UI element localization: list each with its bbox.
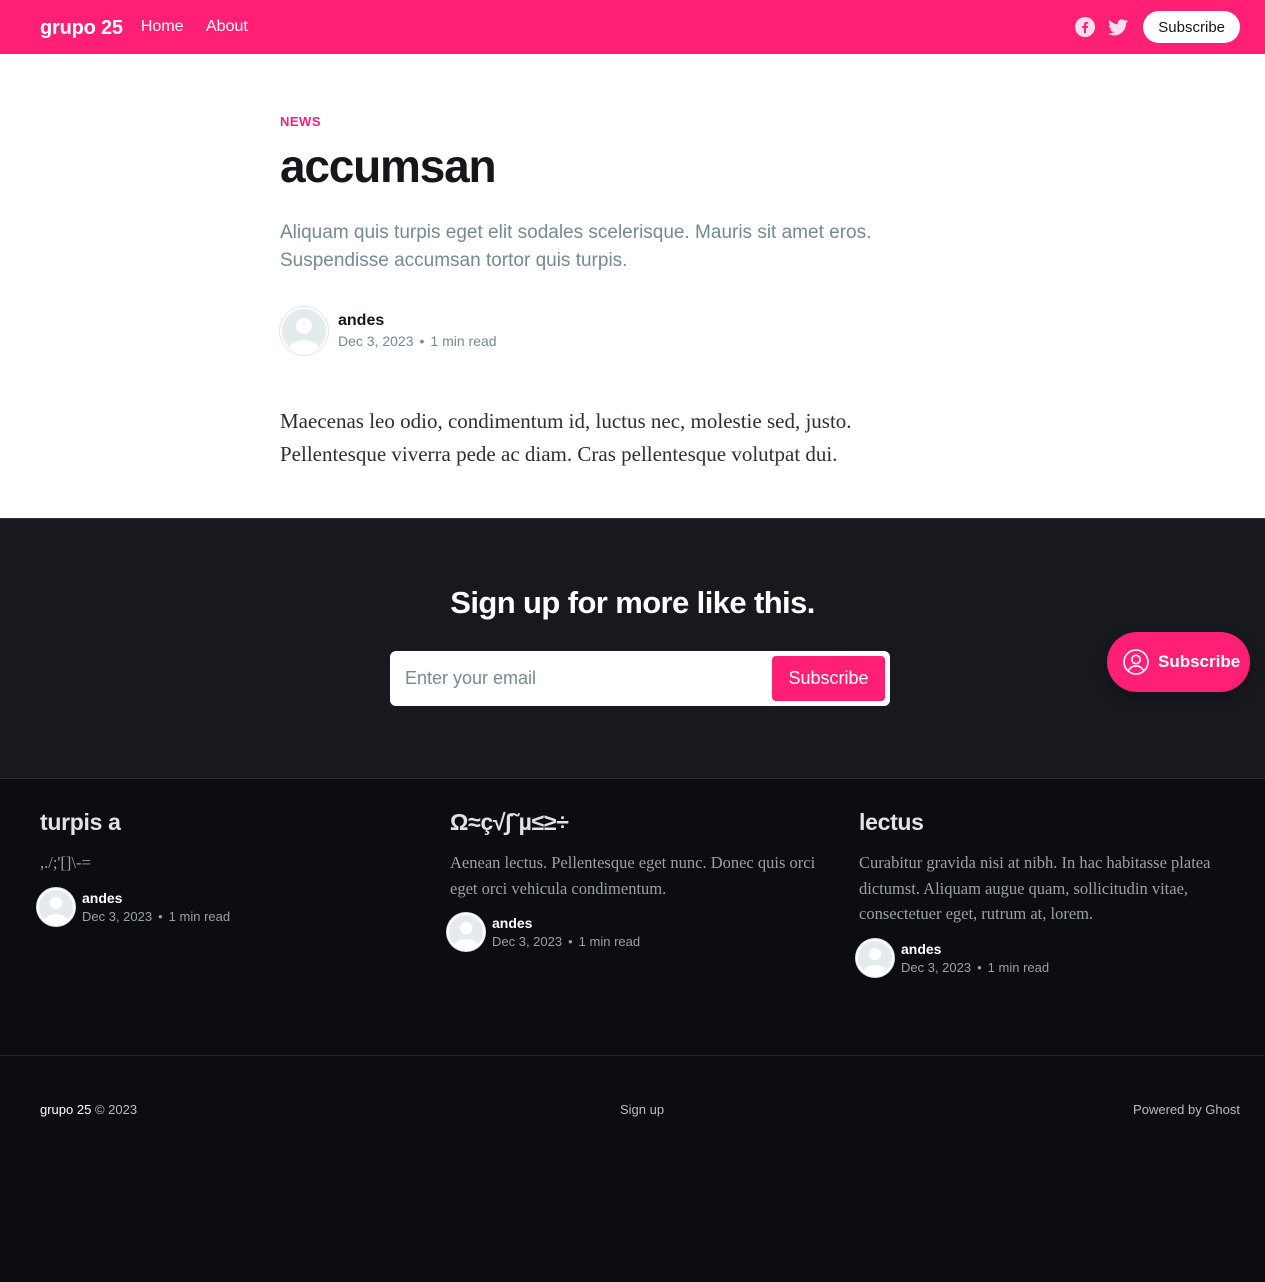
article-tag[interactable]: NEWS [280, 114, 920, 129]
post-date: Dec 3, 2023 [82, 908, 153, 924]
post-card-excerpt: ,./;'[]\-= [40, 853, 91, 872]
author-name[interactable]: andes [82, 890, 230, 906]
article-title: accumsan [280, 140, 497, 192]
post-card-title[interactable]: Ω≈ç√∫˜µ≤≥÷ [450, 809, 830, 836]
post-meta: Dec 3, 2023 • 1 min read [82, 909, 230, 924]
signup-subscribe-button[interactable]: Subscribe [772, 656, 885, 701]
article: NEWS accumsan Aliquam quis turpis eget e… [280, 54, 920, 471]
related-posts: turpis a ,./;'[]\-= andes Dec 3, 2023 • 1 … [0, 778, 1265, 1056]
byline-meta: andes Dec 3, 2023 • 1 min read [82, 890, 230, 924]
meta-separator: • [568, 934, 573, 949]
powered-by-link[interactable]: Powered by Ghost [1133, 1102, 1240, 1117]
copyright-text: © 2023 [94, 1102, 138, 1117]
header-subscribe-button[interactable]: Subscribe [1143, 11, 1240, 43]
facebook-icon[interactable] [1075, 17, 1096, 37]
author-name[interactable]: andes [901, 941, 1049, 957]
article-body: Maecenas leo odio, condimentum id, luctu… [280, 408, 852, 466]
post-card-title[interactable]: turpis a [40, 809, 420, 836]
footer-signup-link[interactable]: Sign up [620, 1102, 664, 1117]
nav-home-link[interactable]: Home [141, 18, 184, 35]
post-meta: Dec 3, 2023 • 1 min read [901, 960, 1049, 975]
byline-meta: andes Dec 3, 2023 • 1 min read [901, 941, 1049, 975]
author-avatar[interactable] [447, 913, 485, 951]
read-time: 1 min read [578, 934, 641, 949]
nav-about-link[interactable]: About [206, 18, 248, 35]
post-card[interactable]: turpis a ,./;'[]\-= andes Dec 3, 2023 • 1 … [37, 809, 420, 926]
author-avatar[interactable] [856, 938, 894, 977]
post-card-byline: andes Dec 3, 2023 • 1 min read [447, 913, 830, 951]
post-card-excerpt: Curabitur gravida nisi at nibh. In hac h… [859, 853, 1211, 923]
post-date: Dec 3, 2023 [901, 959, 972, 975]
post-card[interactable]: Ω≈ç√∫˜µ≤≥÷ Aenean lectus. Pellentesque e… [447, 809, 830, 951]
email-input[interactable] [395, 668, 772, 689]
post-card-byline: andes Dec 3, 2023 • 1 min read [856, 938, 1239, 977]
post-card-byline: andes Dec 3, 2023 • 1 min read [37, 887, 420, 926]
byline-meta: andes Dec 3, 2023 • 1 min read [338, 312, 497, 349]
footer-copyright: grupo 25 © 2023 [40, 1102, 137, 1117]
post-date: Dec 3, 2023 [338, 333, 414, 350]
post-meta: Dec 3, 2023 • 1 min read [492, 934, 640, 949]
signup-heading: Sign up for more like this. [450, 585, 815, 620]
read-time: 1 min read [430, 333, 497, 350]
author-name[interactable]: andes [338, 312, 497, 330]
site-footer: grupo 25 © 2023 Sign up Powered by Ghost [0, 1056, 1265, 1282]
meta-separator: • [419, 333, 425, 350]
meta-separator: • [977, 959, 982, 975]
footer-brand[interactable]: grupo 25 [40, 1102, 91, 1117]
article-excerpt: Aliquam quis turpis eget elit sodales sc… [280, 221, 872, 271]
meta-separator: • [158, 908, 163, 924]
twitter-icon[interactable] [1108, 17, 1129, 37]
main-nav: Home About [141, 18, 266, 36]
read-time: 1 min read [987, 959, 1050, 975]
post-date: Dec 3, 2023 [492, 934, 563, 949]
author-avatar[interactable] [280, 306, 328, 355]
site-header: grupo 25 Home About Subscribe [0, 0, 1265, 54]
portal-label: Subscribe [1158, 652, 1241, 671]
post-meta: Dec 3, 2023 • 1 min read [338, 333, 497, 349]
portal-subscribe-button[interactable]: Subscribe [1107, 632, 1250, 692]
post-card[interactable]: lectus Curabitur gravida nisi at nibh. I… [856, 809, 1239, 977]
post-card-title[interactable]: lectus [859, 809, 1239, 836]
read-time: 1 min read [168, 908, 231, 924]
site-brand[interactable]: grupo 25 [40, 17, 123, 40]
signup-section: Sign up for more like this. Subscribe [0, 518, 1265, 778]
signup-form: Subscribe [390, 651, 890, 706]
author-name[interactable]: andes [492, 915, 640, 931]
user-icon [1123, 649, 1149, 675]
byline-meta: andes Dec 3, 2023 • 1 min read [492, 915, 640, 949]
header-actions: Subscribe [1075, 11, 1240, 43]
post-card-excerpt: Aenean lectus. Pellentesque eget nunc. D… [450, 853, 816, 898]
article-byline: andes Dec 3, 2023 • 1 min read [280, 306, 920, 355]
author-avatar[interactable] [37, 887, 75, 926]
